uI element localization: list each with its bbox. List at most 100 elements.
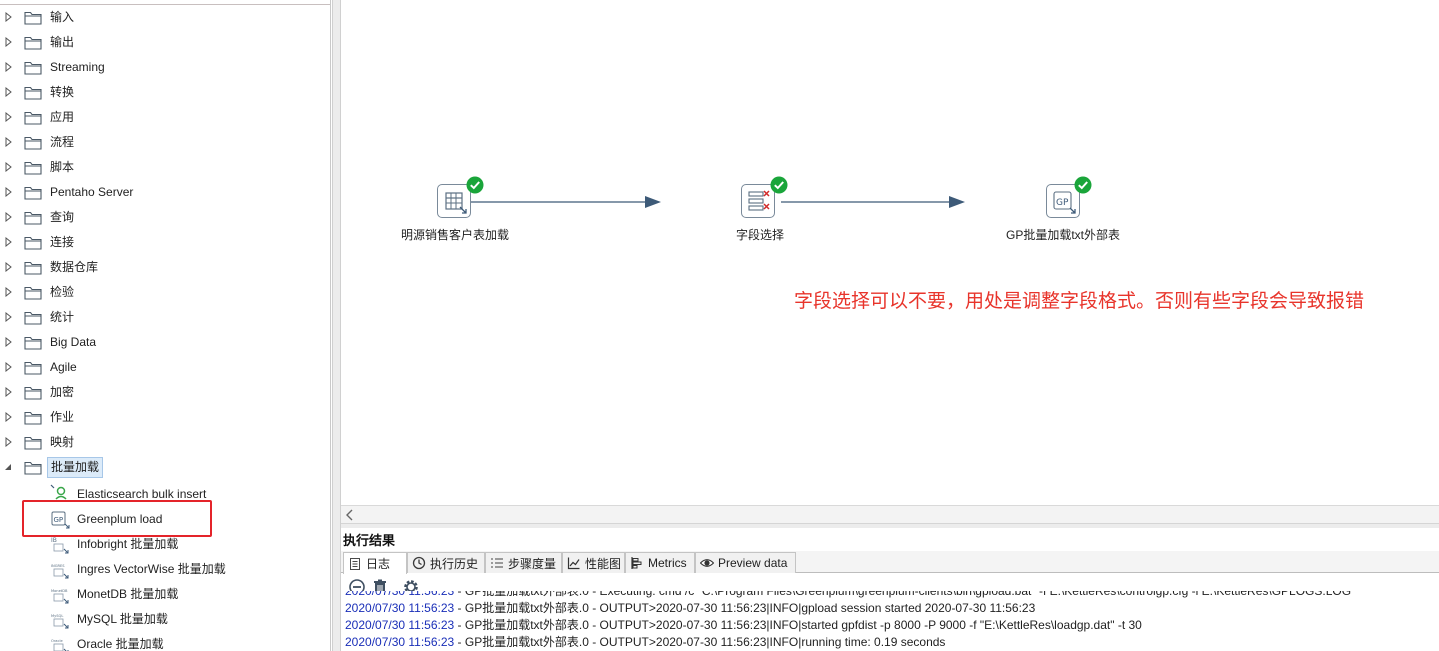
folder-icon [24,186,42,200]
tree-step-label: MySQL 批量加载 [77,612,168,626]
log-timestamp: 2020/07/30 11:56:23 [345,635,455,649]
results-divider[interactable] [341,523,1439,528]
tab-step-metrics[interactable]: 步骤度量 [485,552,562,573]
tree-category-label: 脚本 [50,160,75,174]
log-line: 2020/07/30 11:56:23 - GP批量加载txt外部表.0 - E… [345,591,1351,598]
folder-icon [24,436,42,450]
tab-performance[interactable]: 性能图 [562,552,625,573]
tree-category-row[interactable]: 输出 [0,30,330,55]
tree-category-row[interactable]: 加密 [0,380,330,405]
tab-history[interactable]: 执行历史 [407,552,485,573]
tree-category-row[interactable]: Agile [0,355,330,380]
metrics-icon [631,557,642,569]
log-message: - GP批量加载txt外部表.0 - Executing: cmd /c "C:… [454,591,1352,598]
tree-category-label: 输入 [50,10,75,24]
collapsed-arrow-icon[interactable] [3,412,13,422]
tree-category-row[interactable]: 查询 [0,205,330,230]
log-message: - GP批量加载txt外部表.0 - OUTPUT>2020-07-30 11:… [454,601,1036,615]
collapsed-arrow-icon[interactable] [3,312,13,322]
collapsed-arrow-icon[interactable] [3,262,13,272]
collapsed-arrow-icon[interactable] [3,187,13,197]
collapsed-arrow-icon[interactable] [3,137,13,147]
tree-step-label: Ingres VectorWise 批量加载 [77,562,226,576]
folder-icon [24,111,42,125]
folder-icon [24,461,42,475]
canvas-note[interactable]: 字段选择可以不要，用处是调整字段格式。否则有些字段会导致报错 [794,286,1364,313]
expanded-arrow-icon[interactable] [3,462,13,472]
tab-metrics[interactable]: Metrics [625,552,695,573]
step-tree-panel: 输入输出 Streaming 转换 应用流程脚本 Pentaho Server 查询连接数… [0,0,331,651]
tab-preview-data[interactable]: Preview data [695,552,796,573]
tree-category-row[interactable]: Big Data [0,330,330,355]
svg-text:GP: GP [1056,198,1069,208]
collapsed-arrow-icon[interactable] [3,362,13,372]
collapsed-arrow-icon[interactable] [3,37,13,47]
collapsed-arrow-icon[interactable] [3,87,13,97]
folder-icon [24,211,42,225]
tree-category-row[interactable]: 应用 [0,105,330,130]
tree-category-row[interactable]: 统计 [0,305,330,330]
folder-icon [24,161,42,175]
eye-icon [700,559,714,567]
collapsed-arrow-icon[interactable] [3,162,13,172]
collapsed-arrow-icon[interactable] [3,237,13,247]
tree-category-label: Big Data [50,335,97,349]
tree-category-row[interactable]: Pentaho Server [0,180,330,205]
collapsed-arrow-icon[interactable] [3,62,13,72]
tree-category-row[interactable]: 检验 [0,280,330,305]
tree-step-row[interactable]: MySQL MySQL 批量加载 [0,606,330,631]
tree-step-row[interactable]: MonetDB MonetDB 批量加载 [0,581,330,606]
collapsed-arrow-icon[interactable] [3,287,13,297]
tab-log-label: 日志 [366,557,391,571]
tree-category-label: 查询 [50,210,75,224]
collapsed-arrow-icon[interactable] [3,12,13,22]
tree-category-row[interactable]: 转换 [0,80,330,105]
tree-category-row[interactable]: 映射 [0,430,330,455]
tree-category-label: 统计 [50,310,75,324]
tree-category-row[interactable]: 连接 [0,230,330,255]
tab-history-label: 执行历史 [430,556,479,571]
infobright-icon: IB [51,537,69,554]
log-line: 2020/07/30 11:56:23 - GP批量加载txt外部表.0 - O… [345,635,945,649]
tab-log[interactable]: 日志 [343,552,407,574]
collapsed-arrow-icon[interactable] [3,437,13,447]
chart-icon [567,557,580,570]
scroll-left-icon[interactable] [345,509,355,521]
svg-text:IB: IB [51,537,57,544]
log-line: 2020/07/30 11:56:23 - GP批量加载txt外部表.0 - O… [345,618,1142,632]
tree-category-row[interactable]: Streaming [0,55,330,80]
svg-text:MySQL: MySQL [51,614,63,618]
tree-category-row[interactable]: 数据仓库 [0,255,330,280]
tree-category-row[interactable]: 作业 [0,405,330,430]
oracle-icon: Oracle [51,639,69,651]
tree-category-row[interactable]: 输入 [0,5,330,30]
results-tabbar: 日志 执行历史 步骤度量 性能图 Metrics Preview data [341,551,1439,574]
folder-icon [24,236,42,250]
folder-icon [24,261,42,275]
tree-step-row[interactable]: INGRES Ingres VectorWise 批量加载 [0,556,330,581]
tab-metrics-label: Metrics [648,556,687,570]
collapsed-arrow-icon[interactable] [3,212,13,222]
tree-category-row[interactable]: 脚本 [0,155,330,180]
log-timestamp: 2020/07/30 11:56:23 [345,601,455,615]
tree-step-label: Oracle 批量加载 [77,637,164,651]
tree-category-label: 输出 [50,35,75,49]
folder-icon [24,361,42,375]
tree-category-row[interactable]: 流程 [0,130,330,155]
mysql-icon: MySQL [51,614,69,629]
tree-step-row[interactable]: Oracle Oracle 批量加载 [0,631,330,651]
log-output[interactable]: 2020/07/30 11:56:23 - GP批量加载txt外部表.0 - E… [341,591,1439,651]
collapsed-arrow-icon[interactable] [3,337,13,347]
transformation-canvas[interactable]: 明源销售客户表加载 字段选择 GP GP批量加载txt外部表 字段选择可以不要，… [341,0,1439,505]
tree-category-row[interactable]: 批量加载 [0,455,330,480]
tree-category-label: 流程 [50,135,75,149]
canvas-horizontal-scrollbar[interactable] [341,505,1439,523]
collapsed-arrow-icon[interactable] [3,112,13,122]
log-icon [350,557,360,570]
collapsed-arrow-icon[interactable] [3,387,13,397]
tree-step-label: Infobright 批量加载 [77,537,179,551]
folder-icon [24,336,42,350]
folder-icon [24,86,42,100]
monetdb-icon: MonetDB [51,589,69,604]
panel-splitter[interactable] [332,0,341,651]
